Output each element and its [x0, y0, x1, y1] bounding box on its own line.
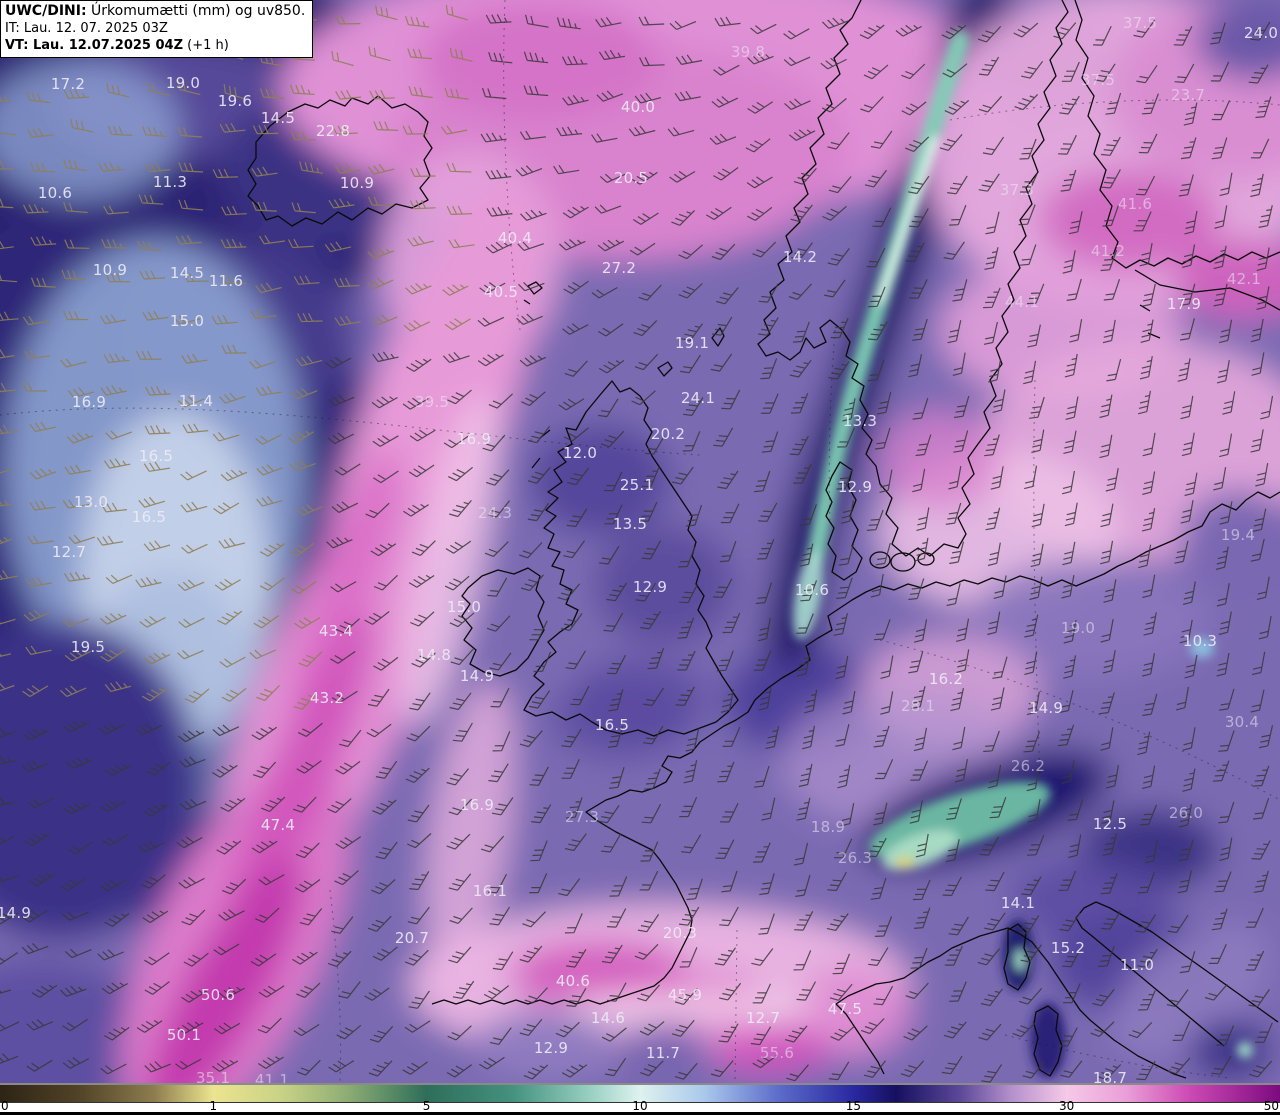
init-time: IT: Lau. 12. 07. 2025 03Z — [5, 20, 168, 36]
valid-offset: (+1 h) — [183, 37, 229, 53]
valid-time-line: VT: Lau. 12.07.2025 04Z (+1 h) — [5, 38, 305, 55]
colorbar-tick-label: 15 — [845, 1099, 862, 1113]
product-name: Úrkomumætti (mm) og uv850. — [86, 3, 306, 19]
colorbar-tick-label: 1 — [209, 1099, 218, 1113]
colorbar: 0 1 5 10 15 30 50 — [0, 1083, 1280, 1115]
colorbar-tick-label: 30 — [1058, 1099, 1075, 1113]
colorbar-tick-label: 0 — [1, 1099, 9, 1113]
map-title-box: UWC/DINI: Úrkomumætti (mm) og uv850. IT:… — [0, 0, 314, 59]
colorbar-ticks: 0 1 5 10 15 30 50 — [0, 1099, 1280, 1113]
precipitation-field-map — [0, 0, 1280, 1084]
weather-map-viewport: 17.2 19.0 19.6 14.5 22.8 10.6 11.3 10.9 10.9 14.5… — [0, 0, 1280, 1115]
valid-time: VT: Lau. 12.07.2025 04Z — [5, 37, 184, 53]
precip-field-shading — [0, 0, 1280, 1084]
colorbar-tick-label: 50 — [1263, 1099, 1279, 1113]
colorbar-tick-label: 5 — [422, 1099, 431, 1113]
colorbar-tick-label: 10 — [632, 1099, 648, 1113]
title-line: UWC/DINI: Úrkomumætti (mm) og uv850. — [5, 3, 305, 21]
model-name: UWC/DINI: — [5, 3, 87, 19]
